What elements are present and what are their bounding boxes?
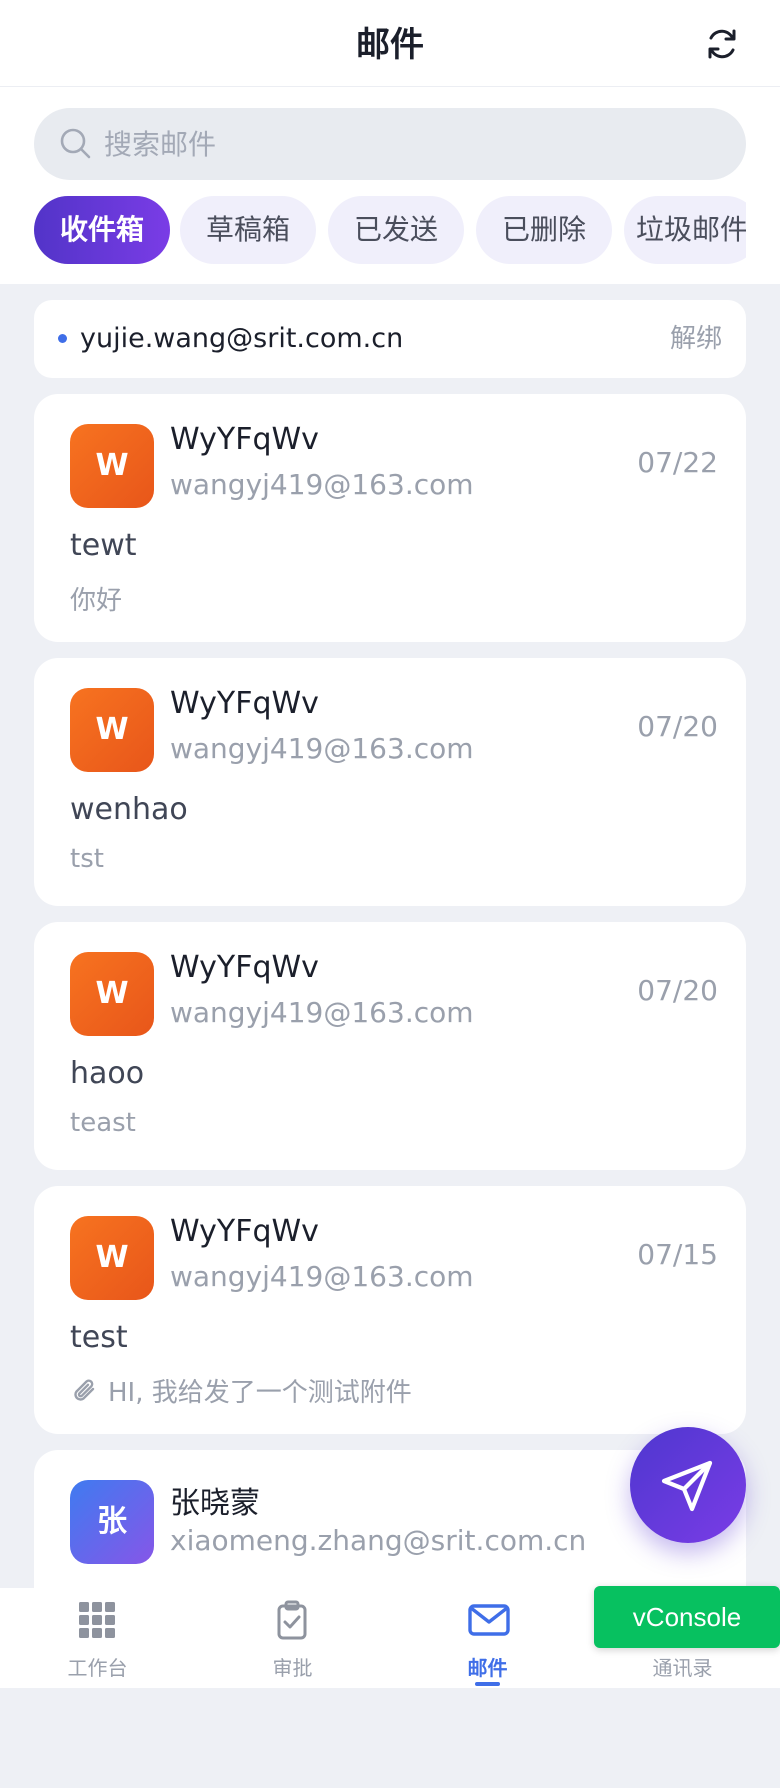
mail-sender: WyYFqWv xyxy=(170,1214,319,1249)
tab-inbox[interactable]: 收件箱 xyxy=(34,196,170,264)
folder-tabs: 收件箱 草稿箱 已发送 已删除 垃圾邮件 xyxy=(34,196,746,266)
refresh-icon[interactable] xyxy=(700,22,744,66)
mail-subject: test xyxy=(70,1320,128,1355)
mail-sender-address: wangyj419@163.com xyxy=(170,468,474,501)
mail-sender: WyYFqWv xyxy=(170,950,319,985)
mail-date: 07/22 xyxy=(637,446,718,479)
search-icon xyxy=(58,126,94,162)
avatar: W xyxy=(70,424,154,508)
mail-item[interactable]: W WyYFqWv wangyj419@163.com 07/20 wenhao… xyxy=(34,658,746,906)
unbind-button[interactable]: 解绑 xyxy=(670,300,722,378)
mail-sender: WyYFqWv xyxy=(170,422,319,457)
tab-spam[interactable]: 垃圾邮件 xyxy=(624,196,746,264)
grid-icon xyxy=(79,1602,115,1638)
avatar: W xyxy=(70,1216,154,1300)
account-bar: yujie.wang@srit.com.cn 解绑 xyxy=(34,300,746,378)
mail-preview: teast xyxy=(70,1108,136,1138)
mail-sender-address: wangyj419@163.com xyxy=(170,732,474,765)
mail-preview: 你好 xyxy=(70,586,123,616)
vconsole-button[interactable]: vConsole xyxy=(594,1586,780,1648)
avatar: 张 xyxy=(70,1480,154,1564)
mail-date: 07/15 xyxy=(637,1238,718,1271)
mail-item[interactable]: W WyYFqWv wangyj419@163.com 07/20 haoo t… xyxy=(34,922,746,1170)
tab-deleted[interactable]: 已删除 xyxy=(476,196,612,264)
compose-button[interactable] xyxy=(630,1427,746,1543)
tab-drafts[interactable]: 草稿箱 xyxy=(180,196,316,264)
nav-label: 通讯录 xyxy=(652,1656,713,1680)
mail-date: 07/20 xyxy=(637,710,718,743)
nav-mail[interactable]: 邮件 xyxy=(390,1588,585,1688)
mail-preview-text: HI, 我给发了一个测试附件 xyxy=(108,1378,412,1408)
mail-icon xyxy=(468,1604,510,1636)
avatar: W xyxy=(70,688,154,772)
mail-preview: HI, 我给发了一个测试附件 xyxy=(70,1372,412,1409)
nav-label: 审批 xyxy=(272,1656,313,1680)
account-email: yujie.wang@srit.com.cn xyxy=(80,323,404,354)
tab-sent[interactable]: 已发送 xyxy=(328,196,464,264)
clipboard-check-icon xyxy=(277,1600,307,1640)
mail-preview: tst xyxy=(70,844,104,874)
send-icon xyxy=(661,1460,713,1512)
mail-subject: wenhao xyxy=(70,792,188,827)
search-tabs-area: 收件箱 草稿箱 已发送 已删除 垃圾邮件 xyxy=(0,87,780,284)
page-title: 邮件 xyxy=(356,25,424,65)
active-indicator xyxy=(475,1682,500,1686)
nav-approval[interactable]: 审批 xyxy=(195,1588,390,1688)
mail-date: 07/20 xyxy=(637,974,718,1007)
nav-label: 邮件 xyxy=(467,1656,508,1680)
nav-workbench[interactable]: 工作台 xyxy=(0,1588,195,1688)
avatar: W xyxy=(70,952,154,1036)
app-header: 邮件 xyxy=(0,0,780,87)
attachment-icon xyxy=(70,1376,100,1406)
mail-sender: 张晓蒙 xyxy=(170,1486,260,1521)
search-bar[interactable] xyxy=(34,108,746,180)
mail-subject: haoo xyxy=(70,1056,145,1091)
mail-subject: tewt xyxy=(70,528,137,563)
account-status-dot xyxy=(58,334,67,343)
nav-label: 工作台 xyxy=(67,1656,128,1680)
mail-sender-address: wangyj419@163.com xyxy=(170,996,474,1029)
mail-item[interactable]: W WyYFqWv wangyj419@163.com 07/22 tewt 你… xyxy=(34,394,746,642)
mail-sender-address: xiaomeng.zhang@srit.com.cn xyxy=(170,1524,587,1557)
mail-item[interactable]: W WyYFqWv wangyj419@163.com 07/15 test H… xyxy=(34,1186,746,1434)
mail-sender-address: wangyj419@163.com xyxy=(170,1260,474,1293)
mail-sender: WyYFqWv xyxy=(170,686,319,721)
search-input[interactable] xyxy=(104,108,704,180)
